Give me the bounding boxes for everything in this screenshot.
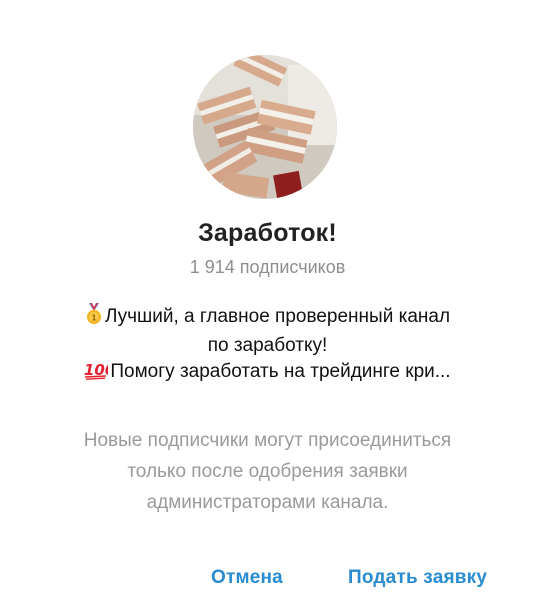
cash-stacks-photo-icon [193, 55, 337, 199]
channel-avatar [193, 55, 337, 199]
notice-line-1: Новые подписчики могут присоединиться [83, 430, 452, 451]
channel-title: Заработок! [198, 219, 337, 247]
channel-description: 1 Лучший, а главное проверенный канал по… [30, 302, 505, 388]
description-line-3: 100 Помогу заработать на трейдинге кри..… [30, 359, 505, 388]
subscriber-count: 1 914 подписчиков [189, 257, 346, 277]
notice-line-2: только после одобрения заявки [127, 461, 408, 482]
description-line-2: по заработку! [207, 335, 328, 356]
hundred-points-icon: 100 [84, 360, 116, 388]
cancel-button[interactable]: Отмена [211, 567, 283, 589]
join-request-notice: Новые подписчики могут присоединиться то… [30, 425, 505, 518]
medal-icon: 1 [85, 302, 103, 333]
join-request-dialog: Заработок! 1 914 подписчиков 1 Лучший, а… [0, 0, 535, 614]
submit-request-button[interactable]: Подать заявку [348, 567, 487, 589]
notice-line-3: администраторами канала. [146, 492, 389, 513]
description-line-1: 1 Лучший, а главное проверенный канал [30, 302, 505, 333]
svg-text:1: 1 [91, 314, 97, 323]
